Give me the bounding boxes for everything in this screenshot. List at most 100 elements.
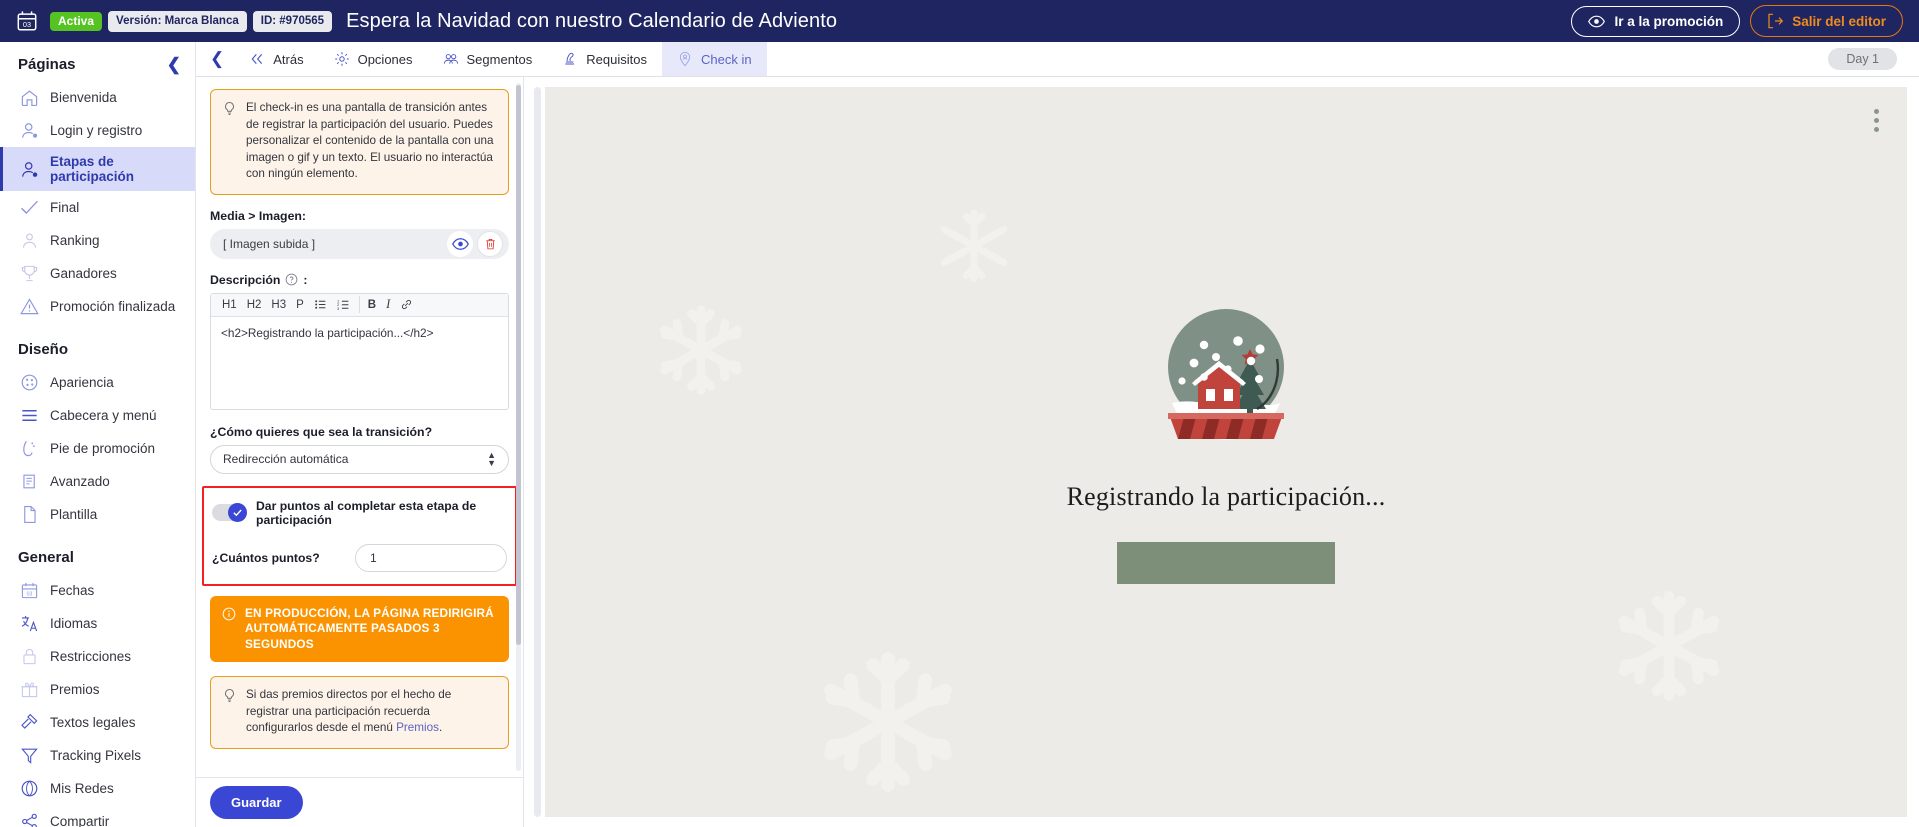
media-label: Media > Imagen: — [210, 209, 509, 223]
sidebar-item-avanzado[interactable]: Avanzado — [0, 465, 195, 498]
sidebar-item-idiomas[interactable]: Idiomas — [0, 607, 195, 640]
description-input[interactable]: <h2>Registrando la participación...</h2> — [211, 317, 508, 409]
logout-icon — [1768, 13, 1784, 29]
sidebar-item-tracking-pixels[interactable]: Tracking Pixels — [0, 739, 195, 772]
save-button[interactable]: Guardar — [210, 786, 303, 819]
sidebar-item-label: Etapas de participación — [50, 154, 135, 184]
sidebar-item-plantilla[interactable]: Plantilla — [0, 498, 195, 531]
trash-icon — [485, 238, 495, 249]
link-icon — [402, 299, 412, 310]
user-login-icon — [22, 123, 38, 138]
trophy-icon — [21, 265, 38, 282]
sidebar-item-label: Restricciones — [50, 649, 132, 664]
sidebar-item-ganadores[interactable]: Ganadores — [0, 257, 195, 290]
editor-h1-button[interactable]: H1 — [217, 296, 242, 313]
more-vertical-icon — [1874, 127, 1879, 132]
tab-atras[interactable]: Atrás — [234, 42, 318, 76]
exit-editor-button[interactable]: Salir del editor — [1750, 5, 1903, 37]
sidebar-item-final[interactable]: Final — [0, 191, 195, 224]
preview-more-options-button[interactable] — [1874, 109, 1879, 132]
scroll-code-icon — [23, 474, 35, 489]
funnel-icon — [21, 748, 38, 764]
sidebar-item-bienvenida[interactable]: Bienvenida — [0, 81, 195, 114]
sidebar-group-title: General — [18, 549, 74, 566]
more-vertical-icon — [1874, 109, 1879, 114]
sidebar-item-etapas-de-participacion[interactable]: Etapas de participación — [0, 147, 195, 191]
tab-label: Opciones — [357, 51, 413, 67]
sidebar-item-premios[interactable]: Premios — [0, 673, 195, 706]
form-panel: El check-in es una pantalla de transició… — [196, 77, 524, 827]
sidebar-collapse-icon[interactable]: ❮ — [167, 56, 181, 73]
prizes-menu-link[interactable]: Premios — [396, 721, 439, 734]
sidebar-item-compartir[interactable]: Compartir — [0, 805, 195, 827]
media-image-value: [ Imagen subida ] — [223, 236, 316, 251]
page-icon — [24, 506, 36, 523]
form-footer: Guardar — [196, 777, 523, 827]
sidebar-group-header-general: General — [0, 531, 195, 574]
media-image-field[interactable]: [ Imagen subida ] — [210, 228, 509, 259]
sidebar-item-fechas[interactable]: 03 Fechas — [0, 574, 195, 607]
sidebar-item-label: Fechas — [50, 583, 95, 598]
tab-check-in[interactable]: Check in — [661, 42, 767, 76]
prizes-info-post: . — [438, 721, 443, 734]
globe-network-icon — [21, 780, 38, 797]
translate-icon — [21, 615, 38, 632]
tab-requisitos[interactable]: Requisitos — [547, 42, 662, 76]
description-editor: H1 H2 H3 P 1 2 3 B I <h2>Registrando la … — [210, 292, 509, 410]
editor-numbered-list-button[interactable]: 1 2 3 — [332, 296, 355, 313]
preview-title: Registrando la participación... — [1066, 482, 1386, 511]
preview-scrollbar[interactable] — [534, 87, 541, 817]
description-colon: : — [303, 272, 308, 287]
gear-icon — [334, 52, 349, 66]
day-chip[interactable]: Day 1 — [1828, 48, 1897, 70]
form-scrollbar-thumb[interactable] — [516, 85, 521, 645]
sidebar-item-cabecera-y-menu[interactable]: Cabecera y menú — [0, 399, 195, 432]
home-icon — [21, 90, 38, 107]
editor-h2-button[interactable]: H2 — [242, 296, 267, 313]
give-points-toggle[interactable] — [212, 503, 247, 522]
sidebar-item-promocion-finalizada[interactable]: Promoción finalizada — [0, 290, 195, 323]
go-to-promotion-label: Ir a la promoción — [1614, 13, 1724, 29]
tab-segmentos[interactable]: Segmentos — [428, 42, 548, 76]
sidebar-item-mis-redes[interactable]: Mis Redes — [0, 772, 195, 805]
sidebar-item-label: Promoción finalizada — [50, 299, 176, 314]
media-delete-button[interactable] — [477, 230, 503, 257]
sidebar-group-header-paginas: Páginas ❮ — [0, 42, 195, 81]
stamp-icon — [565, 52, 575, 65]
editor-app: 03 Activa Versión: Marca Blanca ID: #970… — [0, 0, 1919, 827]
snow-globe-illustration-icon — [1168, 309, 1284, 440]
editor-h3-button[interactable]: H3 — [266, 296, 291, 313]
sidebar-item-pie-de-promocion[interactable]: Pie de promoción — [0, 432, 195, 465]
sidebar-item-restricciones[interactable]: Restricciones — [0, 640, 195, 673]
editor-bold-button[interactable]: B — [358, 296, 381, 313]
checkin-info-box: El check-in es una pantalla de transició… — [210, 89, 509, 195]
transition-value: Redirección automática — [223, 452, 349, 466]
panel-collapse-button[interactable]: ❮ — [196, 42, 234, 76]
sidebar-item-label: Mis Redes — [50, 781, 114, 796]
media-preview-button[interactable] — [447, 230, 473, 257]
points-input[interactable] — [355, 543, 507, 572]
status-badge: Activa — [50, 11, 103, 31]
eye-icon — [1588, 15, 1606, 27]
editor-bullet-list-button[interactable] — [309, 296, 332, 313]
editor-p-button[interactable]: P — [291, 296, 309, 313]
transition-select[interactable]: Redirección automática ▲ ▼ — [210, 444, 509, 474]
editor-link-button[interactable] — [395, 296, 418, 313]
sidebar-item-textos-legales[interactable]: Textos legales — [0, 706, 195, 739]
tab-bar: ❮ Atrás Opciones Segmentos Requisitos Ch… — [196, 42, 1919, 77]
sidebar-item-login-y-registro[interactable]: Login y registro — [0, 114, 195, 147]
go-to-promotion-button[interactable]: Ir a la promoción — [1571, 5, 1741, 37]
help-circle-icon[interactable] — [285, 273, 298, 286]
sidebar-item-label: Avanzado — [50, 474, 110, 489]
tab-opciones[interactable]: Opciones — [319, 42, 428, 76]
editor-italic-button[interactable]: I — [381, 296, 395, 313]
sidebar-item-apariencia[interactable]: Apariencia — [0, 366, 195, 399]
sidebar-item-label: Compartir — [50, 814, 110, 827]
tab-label: Check in — [700, 51, 752, 67]
sidebar-item-label: Final — [50, 200, 80, 215]
description-label-text: Descripción — [210, 272, 281, 287]
points-amount-row: ¿Cuántos puntos? — [212, 543, 507, 572]
preview-cta-block[interactable] — [1117, 542, 1335, 584]
snow-globe-image — [1146, 299, 1306, 454]
sidebar-item-ranking[interactable]: Ranking — [0, 224, 195, 257]
